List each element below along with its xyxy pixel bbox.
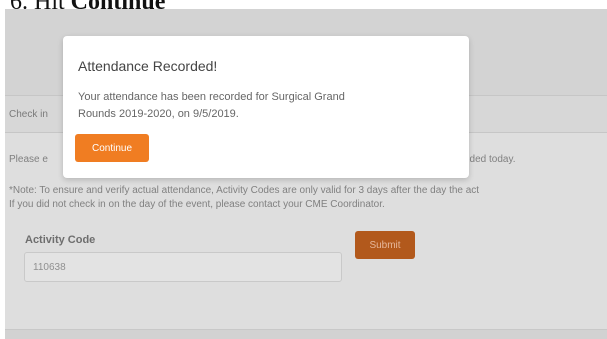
screenshot-frame: Check in Please e nded today. *Note: To … <box>5 9 607 339</box>
section-header-text: Check in <box>9 109 48 120</box>
dialog-message-line-2: Rounds 2019-2020, on 9/5/2019. <box>78 108 239 120</box>
activity-code-label: Activity Code <box>25 234 96 246</box>
prompt-text-left: Please e <box>9 154 48 165</box>
activity-code-input[interactable] <box>24 252 342 282</box>
submit-button[interactable]: Submit <box>355 231 415 259</box>
prompt-text-right: nded today. <box>464 154 516 165</box>
continue-button[interactable]: Continue <box>75 134 149 162</box>
dialog-title: Attendance Recorded! <box>78 58 218 74</box>
dialog-message: Your attendance has been recorded for Su… <box>78 89 438 123</box>
validity-note: *Note: To ensure and verify actual atten… <box>9 185 480 196</box>
dialog-message-line-1: Your attendance has been recorded for Su… <box>78 91 345 103</box>
page-footer-rule <box>5 329 607 339</box>
attendance-recorded-dialog: Attendance Recorded! Your attendance has… <box>63 36 469 178</box>
contact-note: If you did not check in on the day of th… <box>9 199 385 210</box>
